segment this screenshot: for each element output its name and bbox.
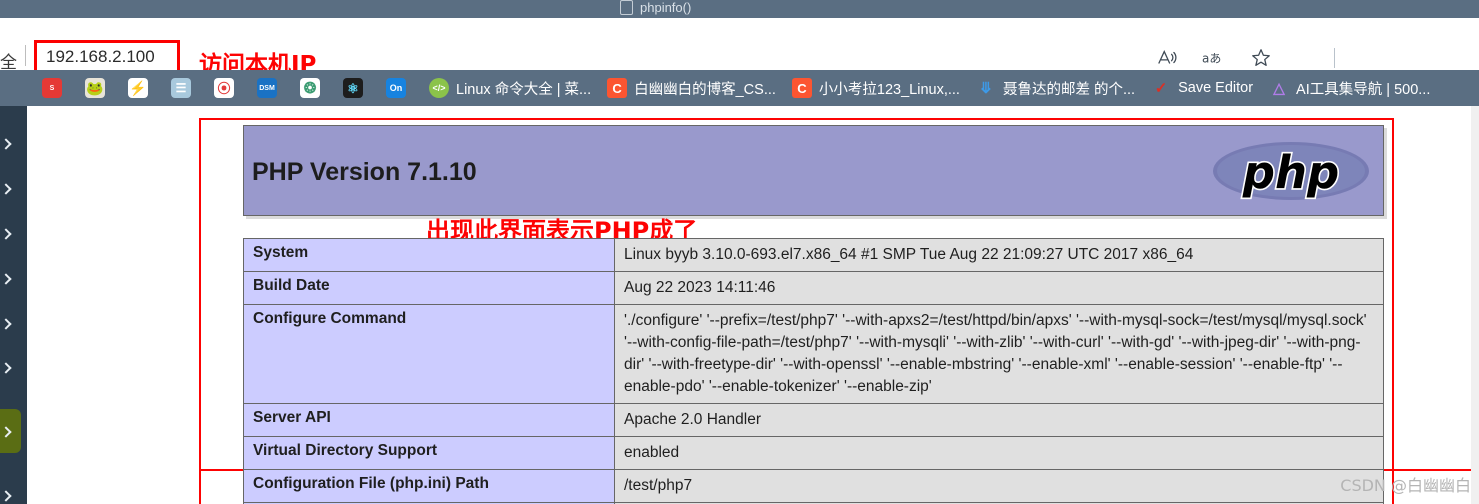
- table-row: Server API Apache 2.0 Handler: [243, 403, 1384, 437]
- bookmark-item[interactable]: ☰: [163, 74, 206, 102]
- row-value: enabled: [614, 436, 1384, 470]
- rail-item[interactable]: [0, 318, 27, 330]
- bookmark-label: Save Editor: [1178, 80, 1254, 96]
- phpinfo-table: System Linux byyb 3.10.0-693.el7.x86_64 …: [243, 238, 1384, 504]
- bookmark-favicon: ⦿: [214, 78, 234, 98]
- browser-window: phpinfo() 全 192.168.2.100 访问本机IP aあ S 🐸 …: [0, 0, 1479, 504]
- table-row: Configure Command './configure' '--prefi…: [243, 304, 1384, 404]
- bookmark-label: 聂鲁达的邮差 的个...: [1002, 81, 1136, 98]
- row-value: /test/php7: [614, 469, 1384, 503]
- address-bar-row: 全 192.168.2.100 访问本机IP aあ: [0, 18, 1479, 78]
- bookmark-label: Linux 命令大全 | 菜...: [456, 81, 592, 98]
- row-value: Linux byyb 3.10.0-693.el7.x86_64 #1 SMP …: [614, 238, 1384, 272]
- toolbar-divider: [1334, 48, 1335, 68]
- row-key: Server API: [243, 403, 615, 437]
- rail-item[interactable]: [0, 183, 27, 195]
- bookmark-favicon: </>: [429, 78, 449, 98]
- bookmark-item[interactable]: DSM: [249, 74, 292, 102]
- rail-item[interactable]: [0, 273, 27, 285]
- bookmark-item[interactable]: C 白幽幽白的博客_CS...: [599, 74, 784, 102]
- row-key: Build Date: [243, 271, 615, 305]
- bookmark-favicon: C: [791, 78, 812, 98]
- row-value: Aug 22 2023 14:11:46: [614, 271, 1384, 305]
- bookmark-item[interactable]: On: [378, 74, 421, 102]
- phpinfo-header-banner: PHP Version 7.1.10 php 出现此界面表示PHP成了: [243, 125, 1384, 245]
- bookmark-item[interactable]: 🐸: [77, 74, 120, 102]
- csdn-watermark: CSDN @白幽幽白: [1340, 476, 1471, 495]
- bookmarks-bar: S 🐸 ⚡ ☰ ⦿ DSM ❂ ⚛ On </> Linux 命令大全 | 菜.…: [0, 70, 1479, 106]
- url-text: 192.168.2.100: [46, 47, 155, 66]
- bookmark-favicon: DSM: [257, 78, 277, 98]
- bookmark-item[interactable]: ⚛: [335, 74, 378, 102]
- bookmark-label: 白幽幽白的博客_CS...: [634, 81, 776, 98]
- bookmark-label: 小小考拉123_Linux,...: [818, 81, 960, 98]
- php-version-title: PHP Version 7.1.10: [252, 158, 477, 186]
- svg-text:php: php: [1242, 146, 1339, 199]
- row-key: Virtual Directory Support: [243, 436, 615, 470]
- bookmark-favicon: 🐸: [85, 78, 105, 98]
- row-value: './configure' '--prefix=/test/php7' '--w…: [614, 304, 1384, 404]
- browser-tab-phpinfo[interactable]: phpinfo(): [620, 0, 691, 18]
- bookmark-favicon: ⚡: [128, 78, 148, 98]
- bookmark-favicon: ⤋: [979, 79, 993, 97]
- url-input-highlight[interactable]: 192.168.2.100: [34, 40, 180, 74]
- tab-title: phpinfo(): [640, 0, 692, 15]
- table-row: Virtual Directory Support enabled: [243, 436, 1384, 470]
- svg-text:aあ: aあ: [1202, 51, 1221, 65]
- rail-item[interactable]: [0, 138, 27, 150]
- rail-item[interactable]: [0, 490, 27, 502]
- table-row: Build Date Aug 22 2023 14:11:46: [243, 271, 1384, 305]
- bookmark-favicon: ✓: [1154, 79, 1168, 97]
- address-divider: [25, 45, 26, 66]
- bookmark-favicon: C: [607, 78, 628, 98]
- bookmark-item[interactable]: ⤋ 聂鲁达的邮差 的个...: [968, 74, 1143, 102]
- rail-item-active[interactable]: [0, 409, 21, 453]
- bookmark-item[interactable]: ❂: [292, 74, 335, 102]
- bookmark-item[interactable]: ⚡: [120, 74, 163, 102]
- bookmark-label: AI工具集导航 | 500...: [1296, 81, 1431, 98]
- bookmark-item[interactable]: ✓ Save Editor: [1143, 74, 1261, 102]
- bookmark-item[interactable]: C 小小考拉123_Linux,...: [784, 74, 968, 102]
- page-icon: [620, 0, 633, 15]
- row-key: Configuration File (php.ini) Path: [243, 469, 615, 503]
- row-value: Apache 2.0 Handler: [614, 403, 1384, 437]
- left-side-rail: [0, 106, 27, 504]
- php-logo: php: [1211, 140, 1371, 202]
- bookmark-favicon: S: [42, 78, 62, 98]
- rail-item[interactable]: [0, 228, 27, 240]
- bookmark-favicon: △: [1273, 79, 1285, 97]
- tab-strip: phpinfo(): [0, 0, 1479, 18]
- bookmark-favicon: ⚛: [343, 78, 363, 98]
- table-row: Configuration File (php.ini) Path /test/…: [243, 469, 1384, 503]
- row-key: Configure Command: [243, 304, 615, 404]
- table-row: System Linux byyb 3.10.0-693.el7.x86_64 …: [243, 238, 1384, 272]
- bookmark-item[interactable]: ⦿: [206, 74, 249, 102]
- bookmark-favicon: ❂: [300, 78, 320, 98]
- bookmark-item[interactable]: S: [34, 74, 77, 102]
- bookmark-item[interactable]: △ AI工具集导航 | 500...: [1261, 74, 1438, 102]
- bookmark-favicon: ☰: [171, 78, 191, 98]
- page-content: PHP Version 7.1.10 php 出现此界面表示PHP成了 Syst…: [27, 106, 1479, 504]
- row-key: System: [243, 238, 615, 272]
- bookmark-favicon: On: [386, 78, 406, 98]
- bookmark-item[interactable]: </> Linux 命令大全 | 菜...: [421, 74, 599, 102]
- page-scrollbar[interactable]: [1471, 106, 1479, 504]
- rail-item[interactable]: [0, 362, 27, 374]
